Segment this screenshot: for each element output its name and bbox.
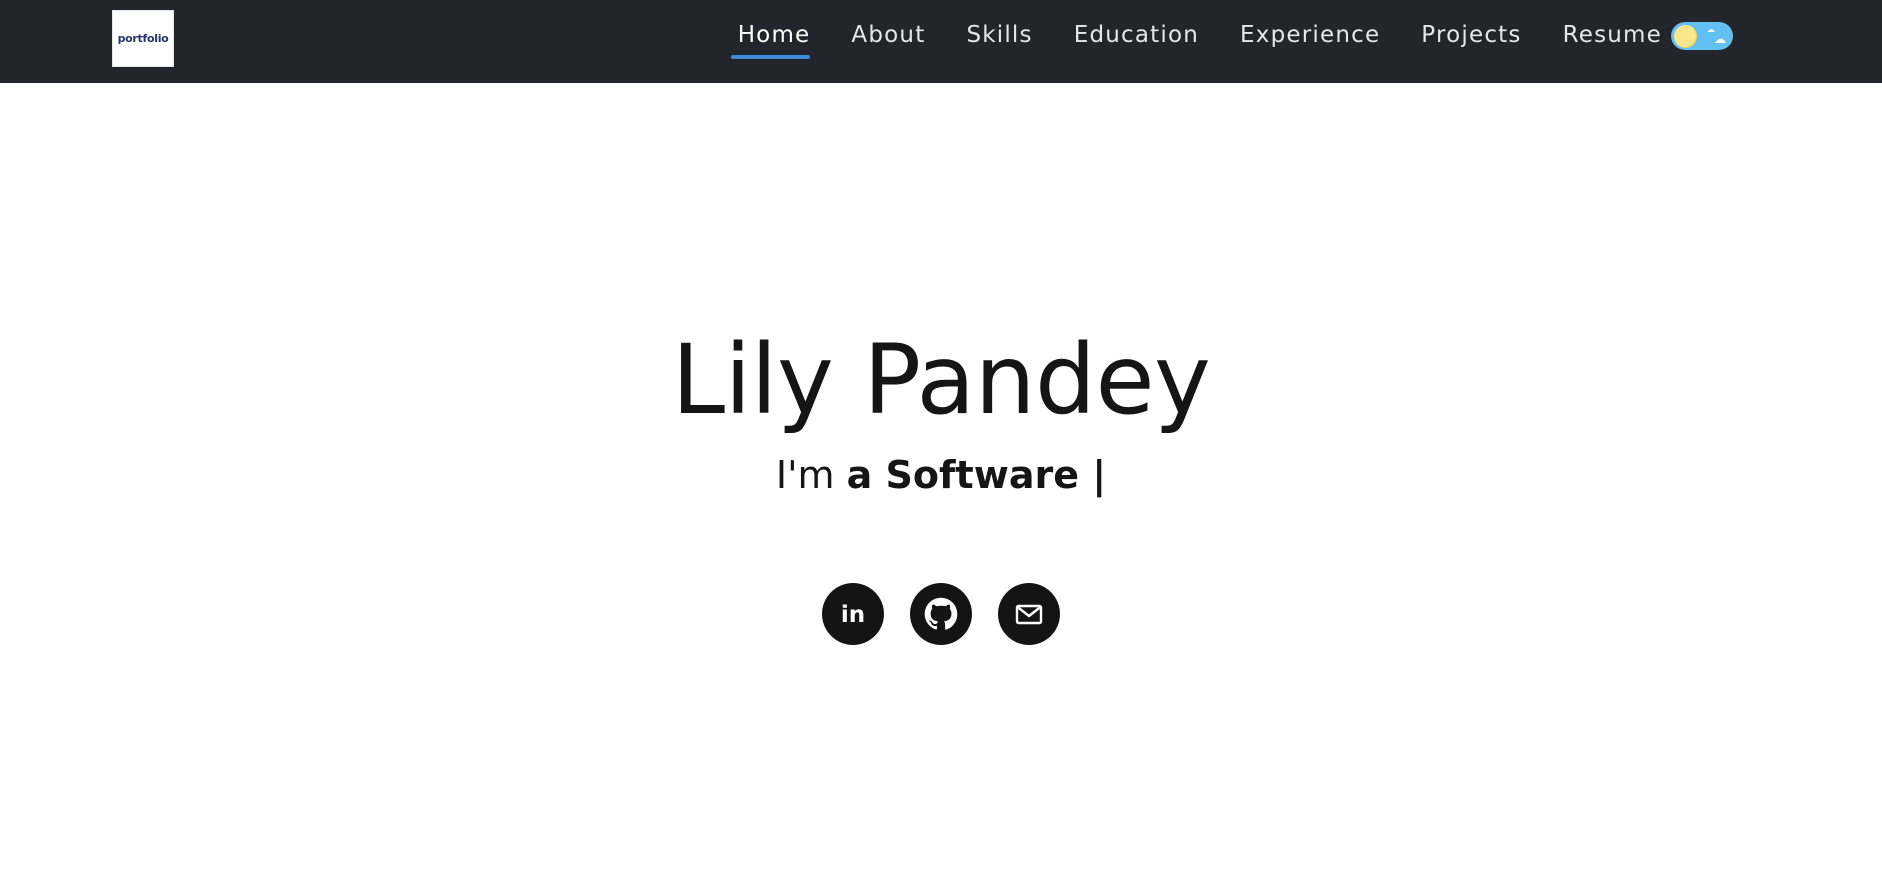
nav-link-experience[interactable]: Experience: [1240, 22, 1380, 48]
nav-link-education[interactable]: Education: [1074, 22, 1199, 48]
theme-toggle[interactable]: ☁ ☁: [1671, 22, 1733, 50]
github-icon: [924, 597, 958, 630]
nav-link-home[interactable]: Home: [730, 22, 811, 59]
mail-icon: [1015, 604, 1043, 625]
nav-link-skills[interactable]: Skills: [966, 22, 1032, 48]
cloud-icon: ☁: [1714, 32, 1726, 46]
nav-link-resume[interactable]: Resume: [1563, 22, 1662, 48]
linkedin-button[interactable]: in: [822, 583, 884, 645]
nav-links: Home About Skills Education Experience P…: [730, 0, 1662, 70]
typed-role-text: a Software |: [846, 453, 1107, 497]
logo-text: portfolio: [117, 32, 169, 45]
linkedin-icon: in: [841, 602, 865, 628]
hero-subtitle: I'm a Software |: [0, 450, 1882, 500]
intro-prefix: I'm: [775, 453, 835, 497]
navbar: portfolio Home About Skills Education Ex…: [0, 0, 1882, 83]
nav-link-about[interactable]: About: [851, 22, 925, 48]
social-links: in: [0, 583, 1882, 645]
hero-name: Lily Pandey: [671, 324, 1211, 436]
mail-button[interactable]: [998, 583, 1060, 645]
sun-icon: [1674, 25, 1697, 48]
svg-text:in: in: [841, 602, 865, 628]
nav-link-projects[interactable]: Projects: [1421, 22, 1521, 48]
logo[interactable]: portfolio: [112, 10, 174, 67]
github-button[interactable]: [910, 583, 972, 645]
